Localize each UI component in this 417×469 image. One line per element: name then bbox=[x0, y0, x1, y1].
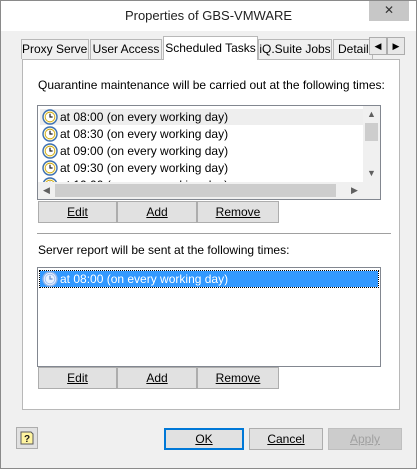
button-label: OK bbox=[195, 432, 213, 446]
scroll-right-icon[interactable]: ▶ bbox=[346, 182, 363, 199]
tab-scroll: ◀ ▶ bbox=[369, 37, 406, 55]
title-bar: Properties of GBS-VMWARE ✕ bbox=[1, 1, 416, 31]
quarantine-add-button[interactable]: Add bbox=[117, 201, 197, 223]
tab-scheduled-tasks[interactable]: Scheduled Tasks bbox=[163, 36, 258, 60]
scrollbar-corner bbox=[363, 182, 380, 199]
button-label: Remove bbox=[215, 205, 261, 219]
button-label: Apply bbox=[349, 432, 381, 446]
tab-label: Scheduled Tasks bbox=[165, 41, 256, 55]
list-item-label: at 09:00 (on every working day) bbox=[60, 144, 229, 158]
button-label: Edit bbox=[67, 371, 88, 385]
clock-icon bbox=[42, 160, 58, 176]
quarantine-edit-button[interactable]: Edit bbox=[38, 201, 117, 223]
report-add-button[interactable]: Add bbox=[117, 367, 197, 389]
tab-label: User Access bbox=[92, 42, 160, 56]
list-item[interactable]: at 08:00 (on every working day) bbox=[39, 270, 379, 288]
button-label: Add bbox=[146, 371, 168, 385]
window-title: Properties of GBS-VMWARE bbox=[124, 8, 293, 23]
vertical-scrollbar[interactable]: ▲ ▼ bbox=[363, 106, 380, 182]
list-item[interactable]: at 09:00 (on every working day) bbox=[40, 143, 364, 159]
help-icon[interactable]: ? bbox=[16, 427, 38, 449]
clock-icon bbox=[42, 109, 58, 125]
tab-label: iQ.Suite Jobs bbox=[259, 42, 331, 56]
tab-label: Details bbox=[338, 42, 373, 56]
button-label: Add bbox=[146, 205, 168, 219]
tab-iq-suite-jobs[interactable]: iQ.Suite Jobs bbox=[258, 39, 332, 59]
report-label: Server report will be sent at the follow… bbox=[38, 243, 290, 257]
clock-icon bbox=[42, 271, 58, 287]
chevron-left-icon: ◀ bbox=[374, 41, 382, 51]
chevron-right-icon: ▶ bbox=[392, 41, 400, 51]
svg-text:?: ? bbox=[24, 434, 30, 445]
scrollbar-thumb[interactable] bbox=[365, 123, 378, 141]
cancel-button[interactable]: Cancel bbox=[249, 428, 323, 450]
button-label: Cancel bbox=[267, 432, 305, 446]
report-times-list[interactable]: at 08:00 (on every working day) bbox=[37, 267, 381, 367]
section-divider bbox=[37, 233, 391, 234]
ok-button[interactable]: OK bbox=[164, 428, 244, 450]
scroll-down-icon[interactable]: ▼ bbox=[363, 165, 380, 182]
quarantine-label: Quarantine maintenance will be carried o… bbox=[38, 78, 385, 92]
scheduled-tasks-panel: Quarantine maintenance will be carried o… bbox=[22, 59, 400, 410]
list-item[interactable]: at 09:30 (on every working day) bbox=[40, 160, 364, 176]
list-item-label: at 09:30 (on every working day) bbox=[60, 161, 229, 175]
properties-dialog: Properties of GBS-VMWARE ✕ Proxy Server … bbox=[0, 0, 417, 469]
button-label: Remove bbox=[215, 371, 261, 385]
clock-icon bbox=[42, 143, 58, 159]
list-item-label: at 08:30 (on every working day) bbox=[60, 127, 229, 141]
scroll-left-icon[interactable]: ◀ bbox=[38, 182, 55, 199]
list-item-label: at 08:00 (on every working day) bbox=[60, 110, 229, 124]
report-remove-button[interactable]: Remove bbox=[197, 367, 279, 389]
apply-button[interactable]: Apply bbox=[328, 428, 402, 450]
report-edit-button[interactable]: Edit bbox=[38, 367, 117, 389]
button-label: Edit bbox=[67, 205, 88, 219]
close-icon: ✕ bbox=[383, 3, 395, 17]
quarantine-times-list[interactable]: at 08:00 (on every working day) at 08:30… bbox=[37, 105, 381, 200]
tab-user-access[interactable]: User Access bbox=[90, 39, 162, 59]
tab-scroll-right-button[interactable]: ▶ bbox=[387, 37, 405, 55]
tab-proxy-server[interactable]: Proxy Server bbox=[21, 39, 89, 59]
list-item[interactable]: at 08:30 (on every working day) bbox=[40, 126, 364, 142]
tab-scroll-left-button[interactable]: ◀ bbox=[369, 37, 387, 55]
tab-details[interactable]: Details bbox=[333, 39, 373, 59]
list-item[interactable]: at 08:00 (on every working day) bbox=[40, 109, 364, 125]
scrollbar-thumb[interactable] bbox=[55, 184, 336, 197]
tab-label: Proxy Server bbox=[22, 42, 89, 56]
quarantine-remove-button[interactable]: Remove bbox=[197, 201, 279, 223]
scroll-up-icon[interactable]: ▲ bbox=[363, 106, 380, 123]
list-item-label: at 08:00 (on every working day) bbox=[60, 272, 229, 286]
clock-icon bbox=[42, 126, 58, 142]
horizontal-scrollbar[interactable]: ◀ ▶ bbox=[38, 182, 363, 199]
close-button[interactable]: ✕ bbox=[369, 1, 409, 21]
